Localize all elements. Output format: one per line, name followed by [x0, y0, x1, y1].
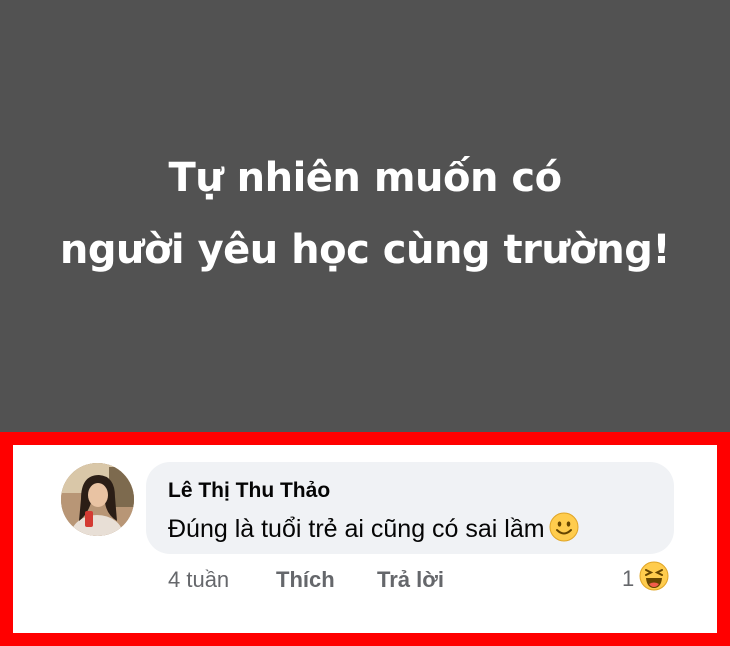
post-text-line-1: Tự nhiên muốn có — [168, 155, 562, 201]
reply-button[interactable]: Trả lời — [377, 567, 444, 593]
like-button[interactable]: Thích — [276, 567, 335, 593]
comment-author[interactable]: Lê Thị Thu Thảo — [168, 479, 330, 503]
comment-text: Đúng là tuổi trẻ ai cũng có sai lầm — [168, 512, 579, 544]
post-text-line-2: người yêu học cùng trường! — [59, 227, 671, 273]
comment-bubble: Lê Thị Thu Thảo Đúng là tuổi trẻ ai cũng… — [146, 462, 674, 554]
comment-text-content: Đúng là tuổi trẻ ai cũng có sai lầm — [168, 515, 545, 543]
post-text: Tự nhiên muốn có người yêu học cùng trườ… — [0, 142, 730, 286]
avatar[interactable] — [61, 463, 134, 536]
haha-reaction-icon — [639, 561, 669, 597]
smiling-face-icon — [549, 512, 579, 542]
reaction-summary[interactable]: 1 — [622, 561, 669, 597]
reaction-count: 1 — [622, 566, 635, 591]
comment-time[interactable]: 4 tuần — [168, 567, 229, 593]
